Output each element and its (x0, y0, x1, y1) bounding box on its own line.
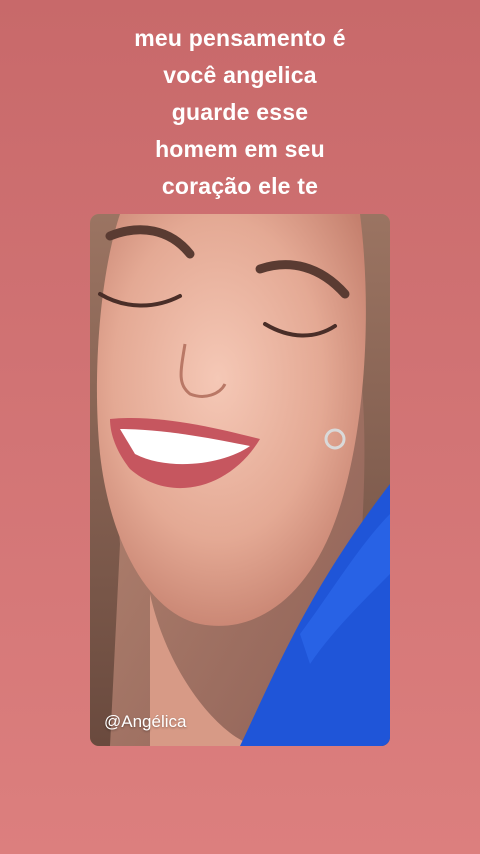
caption-line: você angelica (163, 62, 317, 88)
story-caption: meu pensamento é você angelica guarde es… (0, 20, 480, 205)
caption-line: coração ele te (161, 173, 319, 199)
video-card[interactable]: @Angélica (90, 214, 390, 746)
user-handle[interactable]: @Angélica (104, 712, 186, 732)
caption-line: meu pensamento é (134, 25, 346, 51)
caption-line: homem em seu (155, 136, 325, 162)
caption-line: guarde esse (171, 99, 309, 125)
video-frame (90, 214, 390, 746)
